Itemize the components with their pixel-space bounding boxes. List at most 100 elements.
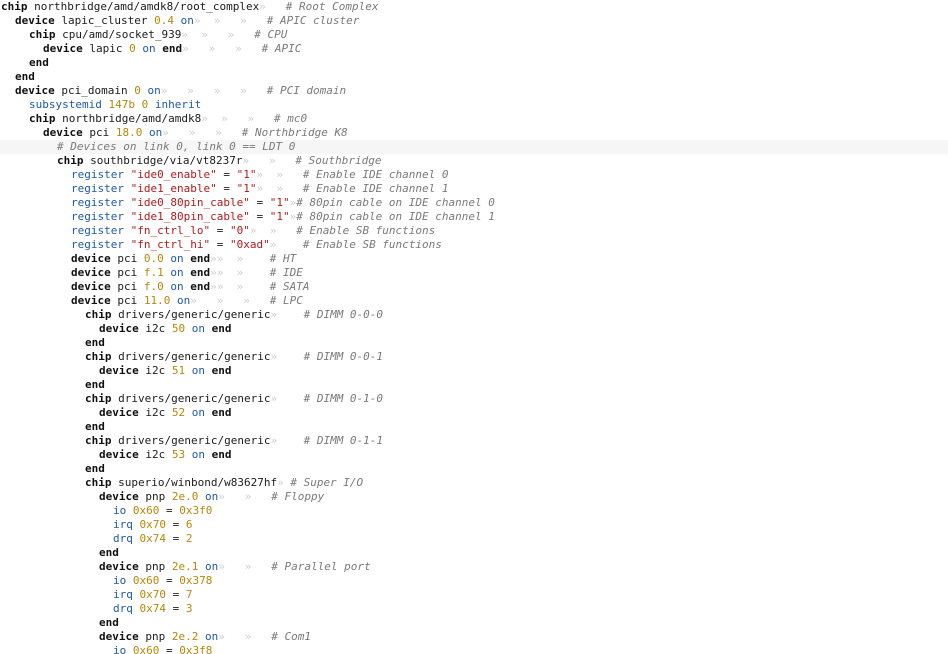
code-line[interactable]: chip northbridge/amd/amdk8/root_complex»… (0, 0, 948, 14)
string-token: "ide0_enable" (130, 168, 217, 181)
code-line[interactable]: device pnp 2e.0 on» » # Floppy (0, 490, 948, 504)
code-line[interactable]: register "ide0_80pin_cable" = "1"»# 80pi… (0, 196, 948, 210)
code-line[interactable]: register "fn_ctrl_hi" = "0xad"» # Enable… (0, 238, 948, 252)
text-token: = (210, 238, 230, 251)
code-line[interactable]: device pnp 2e.1 on» » # Parallel port (0, 560, 948, 574)
code-line[interactable]: device i2c 51 on end (0, 364, 948, 378)
code-line[interactable]: irq 0x70 = 7 (0, 588, 948, 602)
keyword-token: device (43, 42, 83, 55)
code-line[interactable]: io 0x60 = 0x378 (0, 574, 948, 588)
comment-token: # mc0 (267, 112, 308, 125)
code-line[interactable]: register "ide1_80pin_cable" = "1"»# 80pi… (0, 210, 948, 224)
on-token: on (142, 42, 156, 55)
end-token: end (211, 406, 232, 419)
text-token: = (159, 574, 180, 587)
property-token: register (71, 210, 124, 223)
keyword-token: device (99, 364, 139, 377)
text-token: lapic_cluster (54, 14, 155, 27)
whitespace-marker: » » (256, 182, 297, 195)
code-line[interactable]: end (0, 616, 948, 630)
property-token: io (113, 574, 127, 587)
number-token: 11.0 (143, 294, 171, 307)
string-token: "fn_ctrl_hi" (130, 238, 211, 251)
code-line[interactable]: register "fn_ctrl_lo" = "0"» » # Enable … (0, 224, 948, 238)
code-line[interactable]: device i2c 53 on end (0, 448, 948, 462)
code-line[interactable]: device lapic 0 on end» » » # APIC (0, 42, 948, 56)
code-line[interactable]: device lapic_cluster 0.4 on» » » # APIC … (0, 14, 948, 28)
number-token: 0x3f0 (179, 504, 213, 517)
whitespace-marker: » » (218, 490, 265, 503)
code-line[interactable]: register "ide0_enable" = "1"» » # Enable… (0, 168, 948, 182)
property-token: irq (113, 518, 133, 531)
code-line[interactable]: chip northbridge/amd/amdk8» » » # mc0 (0, 112, 948, 126)
comment-token: # Enable SB functions (289, 224, 436, 237)
text-token: = (210, 224, 230, 237)
text-token: pnp (138, 630, 172, 643)
code-line[interactable]: device pci_domain 0 on» » » » # PCI doma… (0, 84, 948, 98)
whitespace-marker: » » (218, 560, 265, 573)
on-token: on (149, 126, 163, 139)
property-token: irq (113, 588, 133, 601)
text-token: = (216, 182, 237, 195)
code-line[interactable]: end (0, 546, 948, 560)
text-token: lapic (82, 42, 130, 55)
code-line[interactable]: drq 0x74 = 2 (0, 532, 948, 546)
code-line[interactable]: device pnp 2e.2 on» » # Com1 (0, 630, 948, 644)
whitespace-marker: » » » (182, 42, 255, 55)
end-token: end (99, 616, 119, 629)
code-line[interactable]: chip southbridge/via/vt8237r» » # Southb… (0, 154, 948, 168)
code-line[interactable]: end (0, 378, 948, 392)
code-line[interactable]: io 0x60 = 0x3f0 (0, 504, 948, 518)
whitespace-marker: » (270, 392, 297, 405)
number-token: 3 (185, 602, 193, 615)
code-line[interactable]: device i2c 52 on end (0, 406, 948, 420)
code-line-current[interactable]: # Devices on link 0, link 0 == LDT 0 (0, 140, 948, 154)
code-line[interactable]: drq 0x74 = 3 (0, 602, 948, 616)
code-line[interactable]: device pci f.0 on end»» » # SATA (0, 280, 948, 294)
on-token: on (205, 630, 219, 643)
code-line[interactable]: end (0, 70, 948, 84)
code-line[interactable]: chip drivers/generic/generic» # DIMM 0-1… (0, 392, 948, 406)
comment-token: # Super I/O (283, 476, 364, 489)
code-line[interactable]: device pci 11.0 on» » » # LPC (0, 294, 948, 308)
code-line[interactable]: end (0, 56, 948, 70)
code-line[interactable]: chip cpu/amd/socket_939» » » # CPU (0, 28, 948, 42)
keyword-token: device (99, 560, 139, 573)
comment-token: # Enable IDE channel 1 (296, 182, 449, 195)
comment-token: # DIMM 0-0-1 (296, 350, 384, 363)
end-token: end (85, 336, 105, 349)
code-line[interactable]: chip drivers/generic/generic» # DIMM 0-0… (0, 308, 948, 322)
code-line[interactable]: chip drivers/generic/generic» # DIMM 0-1… (0, 434, 948, 448)
code-line[interactable]: end (0, 336, 948, 350)
on-token: on (205, 490, 219, 503)
code-line[interactable]: io 0x60 = 0x3f8 (0, 644, 948, 654)
code-line[interactable]: register "ide1_enable" = "1"» » # Enable… (0, 182, 948, 196)
code-line[interactable]: chip drivers/generic/generic» # DIMM 0-0… (0, 350, 948, 364)
code-line[interactable]: irq 0x70 = 6 (0, 518, 948, 532)
property-token: io (113, 644, 127, 654)
property-token: register (71, 196, 124, 209)
code-line[interactable]: end (0, 462, 948, 476)
code-line[interactable]: end (0, 420, 948, 434)
code-editor[interactable]: chip northbridge/amd/amdk8/root_complex»… (0, 0, 948, 654)
code-line[interactable]: device pci 18.0 on» » » # Northbridge K8 (0, 126, 948, 140)
number-token: 50 (171, 322, 186, 335)
code-line[interactable]: subsystemid 147b 0 inherit (0, 98, 948, 112)
code-line[interactable]: chip superio/winbond/w83627hf» # Super I… (0, 476, 948, 490)
comment-token: # Enable SB functions (296, 238, 442, 251)
code-line[interactable]: device pci f.1 on end»» » # IDE (0, 266, 948, 280)
code-line[interactable]: device i2c 50 on end (0, 322, 948, 336)
comment-token: # Northbridge K8 (235, 126, 348, 139)
keyword-token: device (99, 630, 139, 643)
code-line[interactable]: device pci 0.0 on end»» » # HT (0, 252, 948, 266)
keyword-token: device (99, 490, 139, 503)
